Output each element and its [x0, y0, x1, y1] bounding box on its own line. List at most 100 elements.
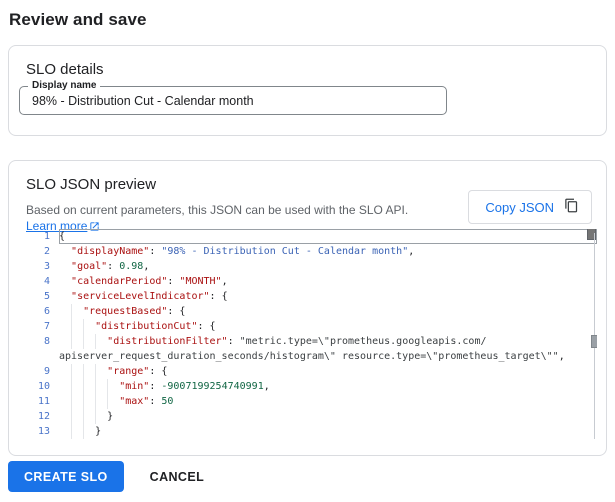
display-name-label: Display name [28, 80, 100, 91]
code-text: "calendarPeriod": "MONTH", [59, 274, 597, 289]
code-text: "goal": 0.98, [59, 259, 597, 274]
code-token: 50 [161, 396, 173, 407]
code-token: "metric.type=\"prometheus.googleapis.com… [240, 336, 487, 347]
code-token: : { [197, 321, 215, 332]
cancel-button[interactable]: CANCEL [150, 470, 204, 484]
line-number: 13 [26, 424, 59, 439]
code-token: , [143, 261, 149, 272]
indent-guide [83, 319, 84, 334]
display-name-field-wrap: Display name [19, 86, 447, 115]
code-line: 11 "max": 50 [26, 394, 597, 409]
copy-icon [564, 198, 579, 216]
code-token [59, 291, 71, 302]
code-line: 4 "calendarPeriod": "MONTH", [26, 274, 597, 289]
code-token: , [222, 276, 228, 287]
code-token: "MONTH" [179, 276, 221, 287]
indent-guide [71, 379, 72, 394]
code-line: apiserver_request_duration_seconds/histo… [26, 349, 597, 364]
code-token: { [59, 231, 65, 242]
indent-guide [71, 424, 72, 439]
line-number: 7 [26, 319, 59, 334]
code-line: 3 "goal": 0.98, [26, 259, 597, 274]
indent-guide [95, 394, 96, 409]
code-text: } [59, 409, 597, 424]
line-number: 9 [26, 364, 59, 379]
line-number: 8 [26, 334, 59, 349]
code-token: : { [210, 291, 228, 302]
code-token: "serviceLevelIndicator" [71, 291, 209, 302]
code-token: : [167, 276, 179, 287]
indent-guide [83, 334, 84, 349]
code-line: 6 "requestBased": { [26, 304, 597, 319]
code-token [59, 261, 71, 272]
code-token: : [107, 261, 119, 272]
code-line: 9 "range": { [26, 364, 597, 379]
indent-guide [71, 364, 72, 379]
code-line: 10 "min": -9007199254740991, [26, 379, 597, 394]
indent-guide [83, 409, 84, 424]
indent-guide [83, 379, 84, 394]
indent-guide [83, 394, 84, 409]
code-token: "goal" [71, 261, 107, 272]
indent-guide [71, 319, 72, 334]
review-and-save-page: Review and save SLO details Display name… [0, 0, 615, 502]
code-token: apiserver_request_duration_seconds/histo… [59, 351, 559, 362]
code-token [59, 276, 71, 287]
code-token: : [149, 246, 161, 257]
bottom-actions: CREATE SLO CANCEL [8, 461, 204, 492]
code-token [59, 246, 71, 257]
indent-guide [107, 379, 108, 394]
code-text: "range": { [59, 364, 597, 379]
code-text: "serviceLevelIndicator": { [59, 289, 597, 304]
code-token [59, 321, 95, 332]
copy-json-label: Copy JSON [485, 200, 554, 215]
code-line: 13 } [26, 424, 597, 439]
code-text: "max": 50 [59, 394, 597, 409]
indent-guide [107, 394, 108, 409]
code-text: "requestBased": { [59, 304, 597, 319]
indent-guide [95, 334, 96, 349]
code-line: 8 "distributionFilter": "metric.type=\"p… [26, 334, 597, 349]
code-token: "max" [119, 396, 149, 407]
code-text: { [59, 229, 597, 244]
code-text: apiserver_request_duration_seconds/histo… [59, 349, 597, 364]
line-number: 1 [26, 229, 59, 244]
code-token: , [559, 351, 565, 362]
indent-guide [71, 409, 72, 424]
code-token: "requestBased" [83, 306, 167, 317]
editor-scrollbar-thumb[interactable] [591, 335, 597, 348]
code-token: , [264, 381, 270, 392]
create-slo-button[interactable]: CREATE SLO [8, 461, 124, 492]
code-token: -9007199254740991 [161, 381, 263, 392]
copy-json-button[interactable]: Copy JSON [468, 190, 592, 224]
code-token: : [149, 381, 161, 392]
code-token: : [228, 336, 240, 347]
code-line: 5 "serviceLevelIndicator": { [26, 289, 597, 304]
indent-guide [95, 409, 96, 424]
code-token: 0.98 [119, 261, 143, 272]
code-token: "range" [107, 366, 149, 377]
code-token: : { [149, 366, 167, 377]
code-token [59, 396, 119, 407]
code-token: : { [167, 306, 185, 317]
indent-guide [95, 364, 96, 379]
code-token: "calendarPeriod" [71, 276, 167, 287]
line-number: 3 [26, 259, 59, 274]
code-lines: 1{2 "displayName": "98% - Distribution C… [26, 229, 597, 439]
line-number: 2 [26, 244, 59, 259]
code-line: 12 } [26, 409, 597, 424]
code-token: "displayName" [71, 246, 149, 257]
code-text: "distributionCut": { [59, 319, 597, 334]
code-line: 1{ [26, 229, 597, 244]
code-token: "min" [119, 381, 149, 392]
code-token: "98% - Distribution Cut - Calendar month… [161, 246, 408, 257]
code-text: } [59, 424, 597, 439]
slo-json-preview-card: SLO JSON preview Based on current parame… [8, 160, 607, 456]
line-number: 4 [26, 274, 59, 289]
description-text: Based on current parameters, this JSON c… [26, 203, 408, 217]
code-token [59, 381, 119, 392]
page-title: Review and save [9, 10, 607, 30]
code-token: "distributionFilter" [107, 336, 227, 347]
indent-guide [95, 379, 96, 394]
json-code-editor[interactable]: 1{2 "displayName": "98% - Distribution C… [26, 229, 597, 439]
